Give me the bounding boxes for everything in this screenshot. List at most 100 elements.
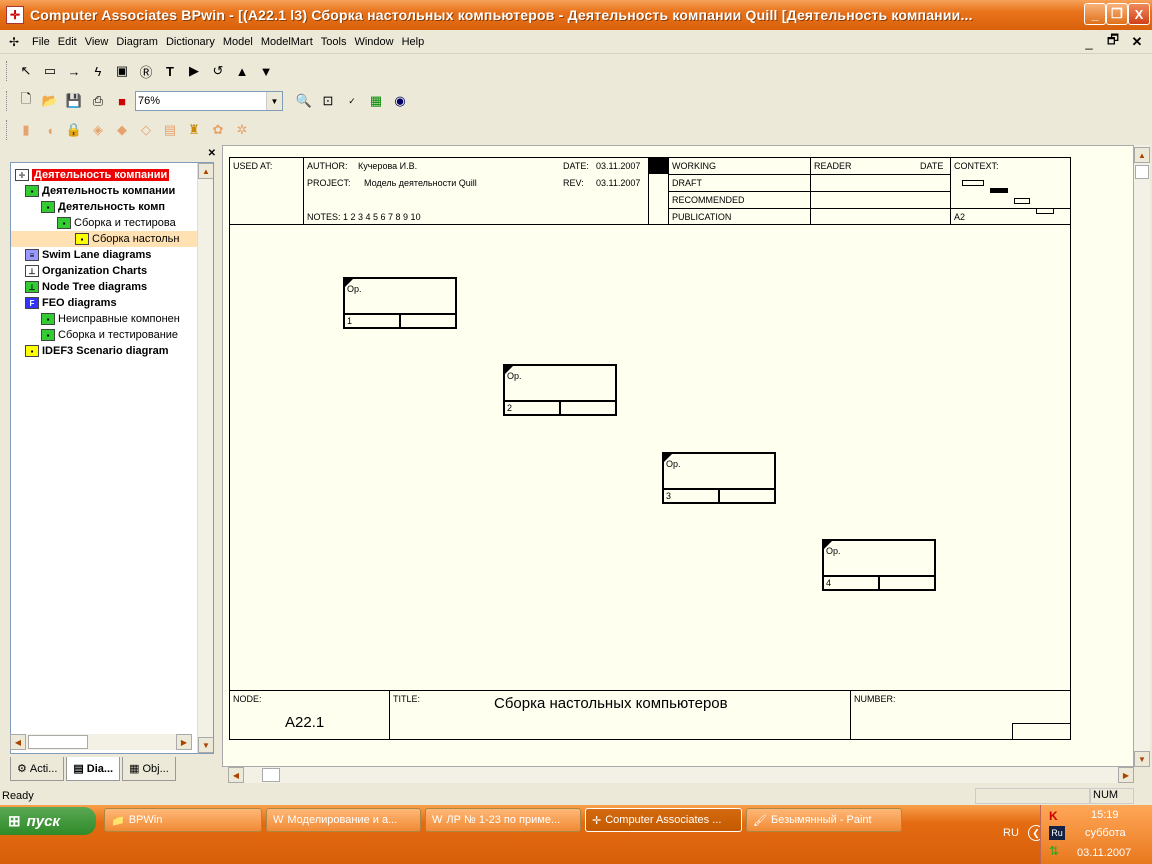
menu-dictionary[interactable]: Dictionary	[162, 36, 219, 48]
antivirus-icon[interactable]: K	[1049, 809, 1058, 823]
mm-lock-icon[interactable]: 🔒	[63, 119, 85, 141]
task-word-modeling[interactable]: W Моделирование и а...	[266, 808, 421, 832]
scroll-down-icon[interactable]: ▼	[1134, 751, 1150, 767]
tree-item-nodetree[interactable]: ⊥ Node Tree diagrams	[25, 279, 147, 295]
mm-disconnect-icon[interactable]: ◖	[39, 119, 61, 141]
canvas-horizontal-scrollbar[interactable]: ◀ ▶	[228, 767, 1134, 783]
close-button[interactable]: X	[1128, 3, 1150, 25]
tab-diagrams[interactable]: ▤ Dia...	[66, 757, 121, 781]
mm-open-icon[interactable]: ◆	[111, 119, 133, 141]
text-tool-icon[interactable]: T	[159, 60, 181, 82]
scroll-left-icon[interactable]: ◀	[10, 734, 26, 750]
tree-item-context[interactable]: ▪ Деятельность компании	[25, 183, 175, 199]
zoom-in-icon[interactable]: 🔍	[293, 90, 315, 112]
clock-time[interactable]: 15:19	[1091, 809, 1119, 821]
colors-icon[interactable]: ■	[111, 90, 133, 112]
mm-library-icon[interactable]: ◈	[87, 119, 109, 141]
tree-vertical-scrollbar[interactable]: ▲ ▼	[197, 163, 213, 753]
menu-view[interactable]: View	[81, 36, 113, 48]
activity-box-3[interactable]: Op. 3	[662, 452, 786, 514]
scroll-left-icon[interactable]: ◀	[228, 767, 244, 783]
activity-box-1[interactable]: Op. 1	[343, 277, 467, 339]
menu-file[interactable]: File	[28, 36, 54, 48]
tree-item-feo-2[interactable]: ▪ Сборка и тестирование	[41, 327, 178, 343]
network-icon[interactable]: ⇅	[1049, 844, 1059, 858]
restore-button[interactable]: ❐	[1106, 3, 1128, 25]
scroll-thumb[interactable]	[1135, 165, 1149, 179]
scroll-right-icon[interactable]: ▶	[176, 734, 192, 750]
document-icon[interactable]: ✢	[0, 35, 28, 49]
new-icon[interactable]: 🗋	[15, 90, 37, 112]
reference-tool-icon[interactable]: ▣	[111, 60, 133, 82]
activity-box-2[interactable]: Op. 2	[503, 364, 627, 426]
chevron-down-icon[interactable]: ▼	[266, 92, 282, 110]
ref-r-tool-icon[interactable]: Ⓡ	[135, 60, 157, 82]
mdi-restore-button[interactable]: 🗗	[1102, 32, 1124, 52]
keyboard-layout-icon[interactable]: Ru	[1049, 826, 1065, 840]
tree-horizontal-scrollbar[interactable]: ◀ ▶	[10, 734, 192, 750]
task-bpwin[interactable]: ✛ Computer Associates ...	[585, 808, 742, 832]
close-icon[interactable]: ✕	[208, 148, 216, 160]
menu-help[interactable]: Help	[398, 36, 429, 48]
tree-item-swimlane[interactable]: ≡ Swim Lane diagrams	[25, 247, 151, 263]
scroll-down-icon[interactable]: ▼	[198, 737, 213, 753]
mdi-minimize-button[interactable]: _	[1078, 32, 1100, 52]
go-down-icon[interactable]: ▼	[255, 60, 277, 82]
tree-item-orgchart[interactable]: ⊥ Organization Charts	[25, 263, 147, 279]
task-paint[interactable]: 🖌 Безымянный - Paint	[746, 808, 902, 832]
spellcheck-icon[interactable]: ✓	[341, 90, 363, 112]
go-parent-icon[interactable]: ▲	[231, 60, 253, 82]
toolbar-grip[interactable]	[6, 120, 9, 140]
open-icon[interactable]: 📂	[39, 90, 61, 112]
bpwin-app-icon[interactable]: ✛	[6, 6, 24, 24]
tree-item-feo[interactable]: F FEO diagrams	[25, 295, 117, 311]
mdi-close-button[interactable]: ✕	[1126, 32, 1148, 52]
start-button[interactable]: ⊞ пуск	[0, 807, 96, 835]
minimize-button[interactable]: _	[1084, 3, 1106, 25]
undo-icon[interactable]: ↺	[207, 60, 229, 82]
menu-tools[interactable]: Tools	[317, 36, 351, 48]
tree-item-a22-1[interactable]: ▪ Сборка настольн	[11, 231, 211, 247]
menu-diagram[interactable]: Diagram	[112, 36, 162, 48]
tree-item-a2[interactable]: ▪ Сборка и тестирова	[57, 215, 176, 231]
pointer-tool-icon[interactable]: ↖	[15, 60, 37, 82]
task-bpwin-folder[interactable]: 📁 BPWin	[104, 808, 262, 832]
menu-model[interactable]: Model	[219, 36, 257, 48]
scroll-up-icon[interactable]: ▲	[1134, 147, 1150, 163]
scroll-up-icon[interactable]: ▲	[198, 163, 213, 179]
menu-window[interactable]: Window	[350, 36, 397, 48]
model-explorer-icon[interactable]: ▦	[365, 90, 387, 112]
modelmart-icon[interactable]: ◉	[389, 90, 411, 112]
zoom-fit-icon[interactable]: ⊡	[317, 90, 339, 112]
tab-activities[interactable]: ⚙ Acti...	[10, 757, 65, 781]
print-icon[interactable]: ⎙	[87, 90, 109, 112]
menu-modelmart[interactable]: ModelMart	[257, 36, 317, 48]
scroll-thumb[interactable]	[28, 735, 88, 749]
mm-users-icon[interactable]: ✿	[207, 119, 229, 141]
activity-box-4[interactable]: Op. 4	[822, 539, 946, 601]
language-indicator[interactable]: RU	[1003, 827, 1019, 839]
toolbar-grip[interactable]	[6, 91, 9, 111]
arrow-tool-icon[interactable]: →	[63, 60, 85, 82]
scroll-right-icon[interactable]: ▶	[1118, 767, 1134, 783]
box-tool-icon[interactable]: ▭	[39, 60, 61, 82]
toolbar-grip[interactable]	[6, 61, 9, 81]
mm-grid-icon[interactable]: ▤	[159, 119, 181, 141]
task-word-lab[interactable]: W ЛР № 1-23 по приме...	[425, 808, 581, 832]
zoom-select[interactable]: 76% ▼	[135, 91, 283, 111]
tree-item-feo-1[interactable]: ▪ Неисправные компонен	[41, 311, 180, 327]
menu-edit[interactable]: Edit	[54, 36, 81, 48]
mm-settings-icon[interactable]: ✲	[231, 119, 253, 141]
save-icon[interactable]: 💾	[63, 90, 85, 112]
squiggle-tool-icon[interactable]: ϟ	[87, 60, 109, 82]
mm-connect-icon[interactable]: ▮	[15, 119, 37, 141]
scroll-thumb[interactable]	[262, 768, 280, 782]
tab-objects[interactable]: ▦ Obj...	[122, 757, 176, 781]
canvas-vertical-scrollbar[interactable]: ▲ ▼	[1134, 145, 1150, 767]
mm-save-icon[interactable]: ◇	[135, 119, 157, 141]
tree-root[interactable]: ✛ Деятельность компании	[15, 167, 170, 183]
go-child-icon[interactable]: ▶	[183, 60, 205, 82]
tree-item-a0[interactable]: ▪ Деятельность комп	[41, 199, 165, 215]
mm-security-icon[interactable]: ♜	[183, 119, 205, 141]
tree-item-idef3[interactable]: ▪ IDEF3 Scenario diagram	[25, 343, 169, 359]
